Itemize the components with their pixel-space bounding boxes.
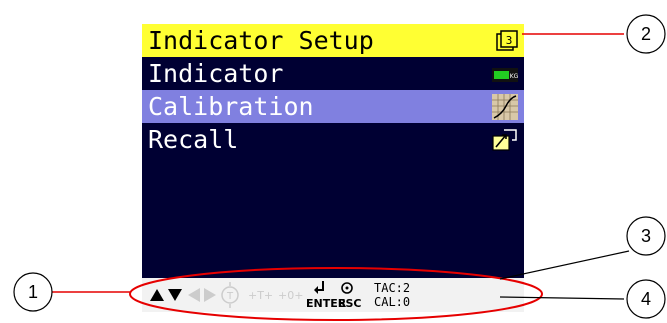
callout-3-line — [499, 250, 630, 280]
callout-4: 4 — [626, 279, 666, 319]
callout-1-label: 1 — [28, 282, 38, 302]
callout-overlay: 1 2 3 4 — [13, 14, 666, 321]
softkey-highlight-ellipse — [129, 267, 543, 321]
callout-1: 1 — [13, 272, 53, 312]
callout-2: 2 — [626, 14, 666, 54]
callout-4-label: 4 — [641, 289, 651, 309]
callout-3-label: 3 — [641, 226, 651, 246]
callout-3: 3 — [626, 216, 666, 256]
callout-4-line — [499, 296, 625, 300]
callout-2-label: 2 — [641, 24, 651, 44]
